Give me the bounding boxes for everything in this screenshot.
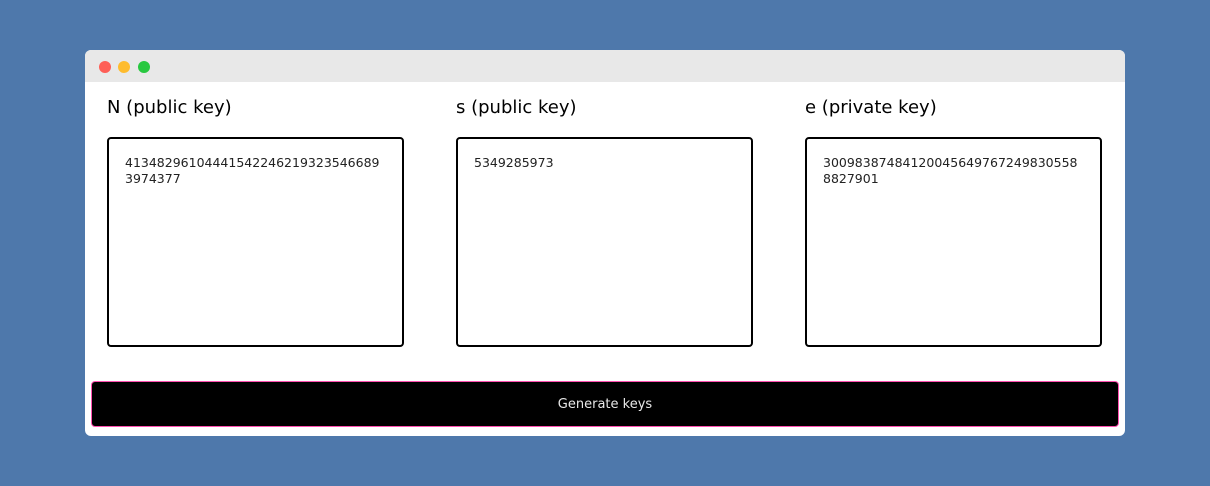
close-window-icon[interactable] [99,61,111,73]
public-key-s-field[interactable]: 5349285973 [456,137,753,347]
minimize-window-icon[interactable] [118,61,130,73]
window-titlebar [85,50,1125,82]
public-key-n-label: N (public key) [107,97,232,118]
public-key-n-field[interactable]: 41348296104441542246219323546689397437​7 [107,137,404,347]
maximize-window-icon[interactable] [138,61,150,73]
app-window: N (public key) 4134829610444154224621932… [85,50,1125,436]
private-key-e-label: e (private key) [805,97,937,118]
generate-keys-button[interactable]: Generate keys [91,381,1119,427]
public-key-s-label: s (public key) [456,97,577,118]
private-key-e-field[interactable]: 30098387484120045649767249830558882790​1 [805,137,1102,347]
